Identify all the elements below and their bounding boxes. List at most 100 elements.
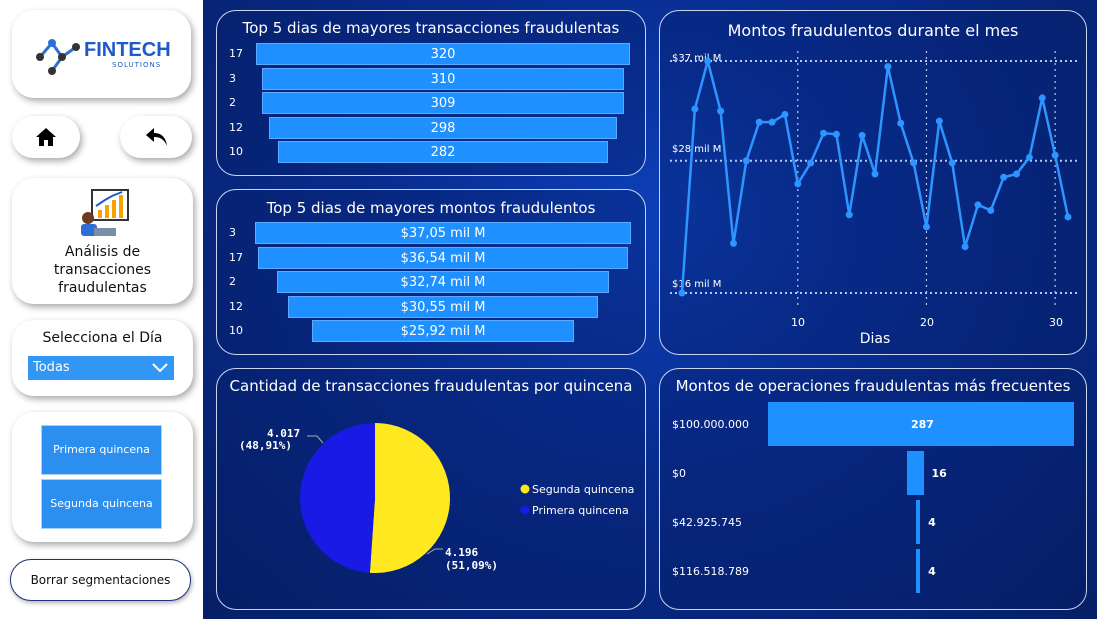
logo-card: FINTECH SOLUTIONS <box>12 10 191 98</box>
back-button[interactable] <box>120 116 192 158</box>
top-tx-day-label: 12 <box>229 120 243 134</box>
top-tx-day-label: 17 <box>229 47 243 60</box>
back-arrow-icon <box>146 128 167 146</box>
freq-bar[interactable] <box>915 549 921 593</box>
line-y-ref-top: $37 mil M <box>672 53 721 64</box>
top-tx-bar[interactable]: 320 <box>256 43 630 65</box>
freq-amount-label: $100.000.000 <box>672 418 749 431</box>
legend-segunda-label: Segunda quincena <box>532 483 634 496</box>
line-point <box>1025 153 1033 161</box>
analyst-chart-icon <box>81 189 129 236</box>
top-amt-day-label: 17 <box>229 250 243 264</box>
top-tx-row[interactable]: 12 298 <box>217 116 645 139</box>
freq-value-label: 16 <box>931 467 947 480</box>
line-point <box>922 223 930 231</box>
freq-amount-label: $0 <box>672 467 686 480</box>
freq-value-label: 4 <box>928 565 936 578</box>
primera-quincena-button[interactable]: Primera quincena <box>41 425 162 475</box>
top-tx-day-label: 10 <box>229 145 243 158</box>
freq-bars: $100.000.000 287 $0 16 $42.925.745 4 $116.518.… <box>660 369 1086 609</box>
freq-value-label: 287 <box>911 418 934 431</box>
line-point <box>961 243 969 251</box>
pie-slice-primera <box>300 423 375 573</box>
line-point <box>974 201 982 209</box>
day-select[interactable]: Todas <box>28 356 174 380</box>
top-tx-row[interactable]: 17 320 <box>217 43 645 65</box>
logo-brand: FINTECH <box>84 39 171 61</box>
home-button[interactable] <box>12 116 80 158</box>
freq-bar[interactable] <box>915 500 921 544</box>
top-amt-day-label: 12 <box>229 299 243 313</box>
day-filter-card: Selecciona el Día Todas <box>12 320 193 396</box>
top-tx-row[interactable]: 2 309 <box>217 92 645 114</box>
line-point <box>717 107 725 115</box>
top-amt-bar[interactable]: $25,92 mil M <box>312 320 574 342</box>
line-point <box>1051 151 1059 159</box>
report-card[interactable]: Análisis de transacciones fraudulentas <box>12 178 193 304</box>
clear-filters-button[interactable]: Borrar segmentaciones <box>10 559 191 601</box>
top-amt-title: Top 5 dias de mayores montos fraudulento… <box>266 199 596 217</box>
top-tx-bar[interactable]: 282 <box>278 141 608 163</box>
sidebar: FINTECH SOLUTIONS Análisis de transaccio… <box>0 0 203 619</box>
line-point <box>935 117 943 125</box>
pie-segunda-value: 4.196 <box>445 546 478 559</box>
home-icon <box>36 128 56 146</box>
day-filter-label: Selecciona el Día <box>42 330 163 346</box>
top-amt-bar[interactable]: $37,05 mil M <box>255 222 631 244</box>
line-x-tick-30: 30 <box>1049 316 1063 329</box>
top-tx-bar[interactable]: 298 <box>268 116 618 139</box>
line-point <box>742 157 750 165</box>
top-amt-bar[interactable]: $30,55 mil M <box>288 295 598 318</box>
top-tx-row[interactable]: 10 282 <box>217 141 645 163</box>
top-amt-day-label: 2 <box>229 275 236 288</box>
freq-amount-label: $116.518.789 <box>672 565 749 578</box>
top-amt-bar[interactable]: $32,74 mil M <box>277 271 609 293</box>
line-point <box>781 110 789 118</box>
report-label-line1: Análisis de <box>64 244 141 260</box>
line-point <box>691 105 699 113</box>
pie-panel: Cantidad de transacciones fraudulentas p… <box>216 368 646 610</box>
line-y-ref-mid: $28 mil M <box>672 144 721 155</box>
line-point <box>858 131 866 139</box>
top-tx-title: Top 5 dias de mayores transacciones frau… <box>242 19 620 37</box>
top-amt-day-label: 3 <box>229 226 236 239</box>
day-select-value: Todas <box>33 360 70 375</box>
top-amt-row[interactable]: 10 $25,92 mil M <box>217 320 645 342</box>
line-chart-panel: Montos fraudulentos durante el mes $37 m… <box>659 10 1087 355</box>
top-amt-row[interactable]: 3 $37,05 mil M <box>217 222 645 244</box>
pie-primera-pct: (48,91%) <box>239 439 292 452</box>
top-tx-bars: 17 320 3 310 2 309 12 298 10 282 <box>217 43 645 169</box>
report-label-line2: transacciones <box>53 262 152 278</box>
top-tx-day-label: 3 <box>229 71 236 85</box>
pie-leader-primera <box>307 435 324 444</box>
top-amt-bar[interactable]: $36,54 mil M <box>257 246 629 269</box>
line-point <box>871 170 879 178</box>
chevron-down-icon <box>152 363 168 373</box>
pie-slice-segunda <box>369 423 451 573</box>
top-tx-day-label: 2 <box>229 96 236 109</box>
line-point <box>884 63 892 71</box>
line-chart: $37 mil M $28 mil M $16 mil M 10 20 30 D… <box>670 51 1078 347</box>
top-tx-row[interactable]: 3 310 <box>217 67 645 90</box>
legend-primera-label: Primera quincena <box>532 504 629 517</box>
top-amt-panel: Top 5 dias de mayores montos fraudulento… <box>216 189 646 355</box>
line-x-label: Dias <box>860 331 891 347</box>
top-amt-row[interactable]: 12 $30,55 mil M <box>217 295 645 318</box>
line-point <box>832 130 840 138</box>
freq-bar[interactable] <box>906 451 924 495</box>
line-point <box>1000 173 1008 181</box>
pie-leader-segunda <box>426 548 443 555</box>
segunda-quincena-button[interactable]: Segunda quincena <box>41 479 162 529</box>
line-point <box>1038 94 1046 102</box>
top-amt-row[interactable]: 2 $32,74 mil M <box>217 271 645 293</box>
top-tx-bar[interactable]: 309 <box>262 92 624 114</box>
top-tx-bar[interactable]: 310 <box>261 67 625 90</box>
legend-segunda-dot <box>520 484 530 494</box>
line-point <box>897 119 905 127</box>
freq-amount-label: $42.925.745 <box>672 516 742 529</box>
top-amt-row[interactable]: 17 $36,54 mil M <box>217 246 645 269</box>
freq-value-label: 4 <box>928 516 936 529</box>
line-point <box>704 57 712 65</box>
line-point <box>1064 213 1072 221</box>
line-x-tick-20: 20 <box>920 316 934 329</box>
